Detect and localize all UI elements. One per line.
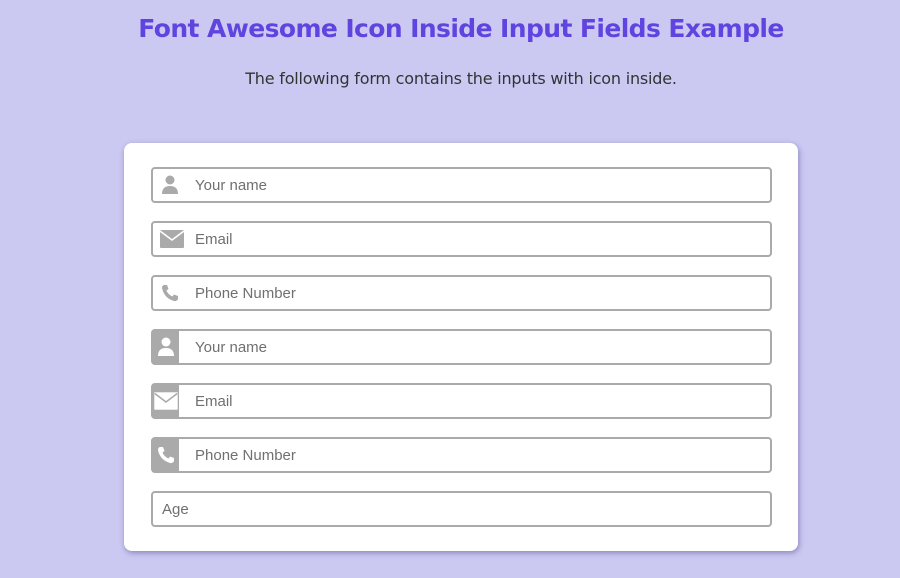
email-input[interactable] — [195, 223, 764, 255]
name-field-inline — [151, 167, 772, 203]
form-card — [124, 143, 798, 551]
phone-field-boxed — [151, 437, 772, 473]
phone-icon — [157, 277, 183, 309]
phone-icon — [153, 439, 179, 471]
envelope-icon — [159, 223, 185, 255]
phone-input[interactable] — [195, 277, 764, 309]
age-input[interactable] — [162, 493, 764, 525]
page-subtitle: The following form contains the inputs w… — [245, 69, 677, 88]
name-input-boxed[interactable] — [195, 331, 764, 363]
email-field-boxed — [151, 383, 772, 419]
name-field-boxed — [151, 329, 772, 365]
envelope-icon — [153, 385, 179, 417]
name-input[interactable] — [195, 169, 764, 201]
email-field-inline — [151, 221, 772, 257]
user-icon — [153, 331, 179, 363]
phone-input-boxed[interactable] — [195, 439, 764, 471]
page-title: Font Awesome Icon Inside Input Fields Ex… — [138, 14, 784, 43]
email-input-boxed[interactable] — [195, 385, 764, 417]
user-icon — [157, 169, 183, 201]
age-field — [151, 491, 772, 527]
phone-field-inline — [151, 275, 772, 311]
